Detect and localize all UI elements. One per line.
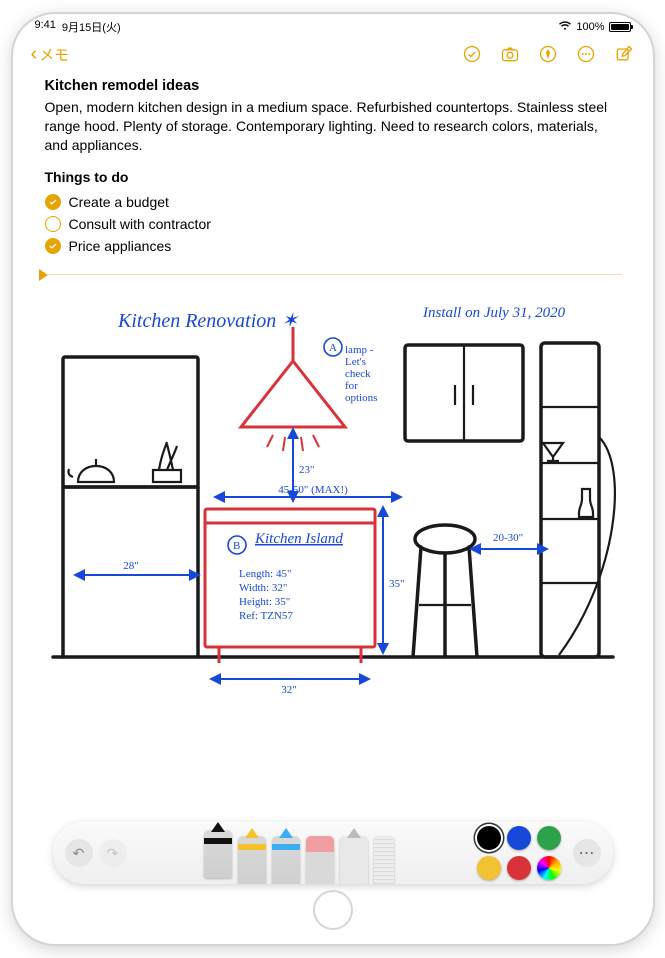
markup-toolbar: ↶ ↷ ⋯ (53, 822, 613, 884)
checklist-item[interactable]: Consult with contractor (45, 213, 621, 235)
eraser-tool[interactable] (306, 836, 334, 884)
lamp-note: lamp - Let's check for options (345, 344, 377, 404)
markup-icon[interactable] (537, 43, 559, 65)
battery-icon (609, 22, 631, 32)
checklist-item-label[interactable]: Consult with contractor (69, 216, 211, 232)
color-green[interactable] (537, 826, 561, 850)
drawing-title-text: Kitchen Renovation ✶ (117, 310, 299, 332)
things-to-do-label: Things to do (45, 169, 621, 185)
more-icon[interactable] (575, 43, 597, 65)
drawing-canvas[interactable]: Kitchen Renovation ✶ Install on July 31,… (21, 287, 645, 705)
note-description[interactable]: Open, modern kitchen design in a medium … (45, 98, 621, 155)
island-title: Kitchen Island (254, 531, 343, 547)
nav-bar: ‹ メモ (13, 36, 653, 72)
chevron-left-icon: ‹ (31, 44, 38, 64)
home-button[interactable] (313, 890, 353, 930)
camera-icon[interactable] (499, 43, 521, 65)
tool-tray (133, 822, 465, 884)
pen-tool[interactable] (204, 830, 232, 878)
compose-icon[interactable] (613, 43, 635, 65)
color-black[interactable] (477, 826, 501, 850)
color-yellow[interactable] (477, 856, 501, 880)
check-bullet-icon[interactable] (45, 216, 61, 232)
island-letter: B (233, 540, 240, 552)
dim-right: 20-30" (493, 532, 523, 544)
back-button[interactable]: ‹ メモ (31, 44, 70, 65)
back-label: メモ (39, 44, 69, 65)
wifi-icon (558, 21, 572, 34)
check-bullet-icon[interactable] (45, 238, 61, 254)
dim-height: 35" (389, 578, 405, 590)
color-wheel[interactable] (537, 856, 561, 880)
checklist-item[interactable]: Create a budget (45, 191, 621, 213)
island-specs: Length: 45" Width: 32" Height: 35" Ref: … (239, 568, 294, 622)
separator-line (48, 274, 621, 275)
check-bullet-icon[interactable] (45, 194, 61, 210)
note-title[interactable]: Kitchen remodel ideas (45, 78, 621, 94)
ruler-tool[interactable] (374, 836, 394, 884)
redo-button[interactable]: ↷ (99, 839, 127, 867)
status-time: 9:41 (35, 19, 56, 35)
color-red[interactable] (507, 856, 531, 880)
color-blue[interactable] (507, 826, 531, 850)
dim-bottom: 32" (281, 684, 297, 696)
checklist-toggle-icon[interactable] (461, 43, 483, 65)
status-date: 9月15日(火) (62, 19, 121, 35)
battery-percent: 100% (576, 21, 604, 33)
toolbar-more-button[interactable]: ⋯ (573, 839, 601, 867)
undo-button[interactable]: ↶ (65, 839, 93, 867)
status-bar: 9:41 9月15日(火) 100% (13, 14, 653, 36)
color-palette (477, 826, 561, 880)
lasso-tool[interactable] (340, 836, 368, 884)
pencil-tool[interactable] (272, 836, 300, 884)
checklist-item-label[interactable]: Price appliances (69, 238, 172, 254)
ipad-frame: 9:41 9月15日(火) 100% ‹ メモ (13, 14, 653, 944)
dim-left: 28" (123, 560, 139, 572)
width-note: 45-50" (MAX!) (278, 484, 348, 496)
lamp-dim: 23" (299, 464, 315, 476)
lamp-letter: A (329, 342, 337, 354)
checklist-item-label[interactable]: Create a budget (69, 194, 169, 210)
note-content[interactable]: Kitchen remodel ideas Open, modern kitch… (13, 72, 653, 281)
checklist: Create a budget Consult with contractor … (45, 191, 621, 257)
install-date-text: Install on July 31, 2020 (422, 305, 566, 321)
checklist-item[interactable]: Price appliances (45, 235, 621, 257)
insertion-marker-icon[interactable] (39, 269, 48, 281)
marker-tool[interactable] (238, 836, 266, 884)
